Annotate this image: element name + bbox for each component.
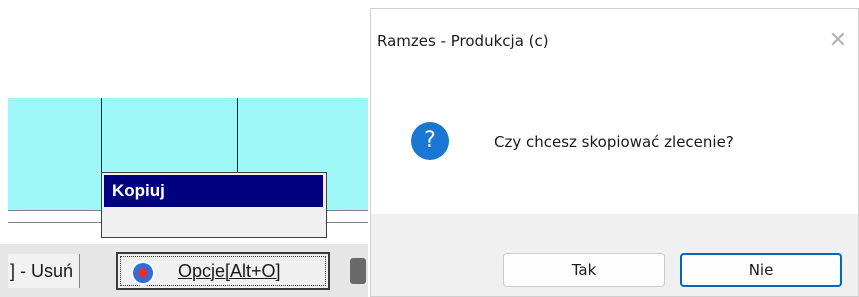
bottom-button-strip: ] - Usuń Opcje[Alt+O]	[0, 244, 368, 297]
delete-button[interactable]: ] - Usuń	[8, 254, 81, 288]
no-button[interactable]: Nie	[680, 253, 842, 287]
background-app-fragment: Kopiuj ] - Usuń Opcje[Alt+O]	[0, 98, 368, 297]
context-menu: Kopiuj	[101, 172, 327, 238]
gear-icon-center	[138, 268, 148, 278]
menu-item-kopiuj[interactable]: Kopiuj	[104, 175, 323, 207]
dialog-message: Czy chcesz skopiować zlecenie?	[494, 133, 734, 151]
gear-icon	[130, 260, 156, 286]
dialog-title: Ramzes - Produkcja (c)	[377, 32, 549, 50]
options-button[interactable]: Opcje[Alt+O]	[116, 252, 330, 290]
toolbar-icon[interactable]	[350, 258, 366, 284]
options-button-label: Opcje[Alt+O]	[178, 261, 281, 281]
close-icon[interactable]: ✕	[824, 27, 852, 55]
question-icon: ?	[411, 122, 449, 160]
confirm-dialog: Ramzes - Produkcja (c) ✕ ? Czy chcesz sk…	[370, 8, 859, 297]
dialog-footer: Tak Nie	[371, 214, 858, 296]
yes-button[interactable]: Tak	[503, 253, 665, 287]
